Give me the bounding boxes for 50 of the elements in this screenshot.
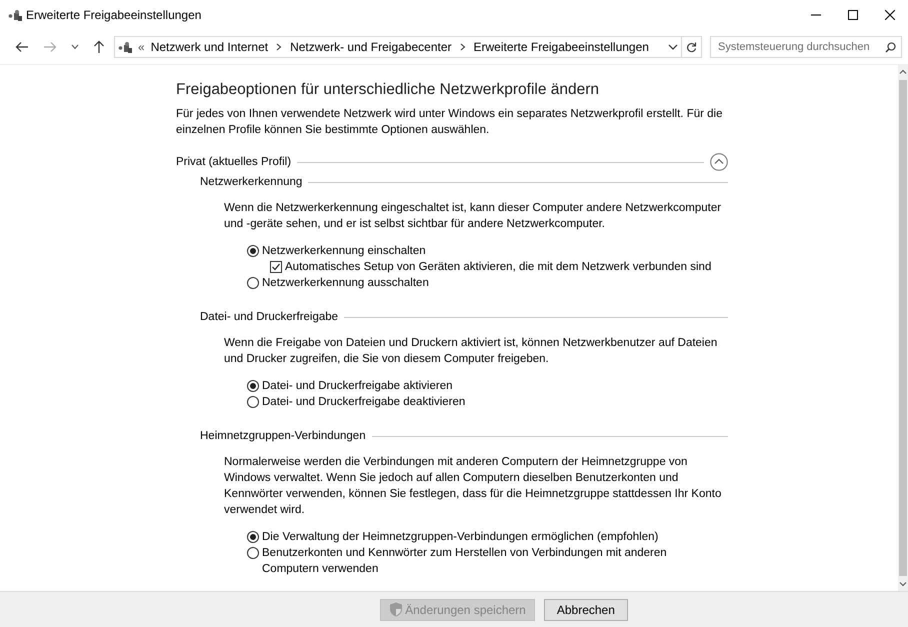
network-icon <box>118 41 132 53</box>
section-title: Heimnetzgruppen-Verbindungen <box>200 430 366 442</box>
section-title: Datei- und Druckerfreigabe <box>200 311 338 323</box>
checkbox[interactable] <box>270 261 282 273</box>
scroll-thumb[interactable] <box>899 80 907 576</box>
scroll-down-icon[interactable] <box>899 582 907 587</box>
section-title: Netzwerkerkennung <box>200 176 302 188</box>
scroll-up-icon[interactable] <box>899 69 907 74</box>
radio-button[interactable] <box>247 245 259 257</box>
breadcrumb-item[interactable]: Netzwerk und Internet <box>150 40 268 54</box>
search-field[interactable]: Systemsteuerung durchsuchen <box>710 36 902 58</box>
chevron-icon <box>460 43 466 51</box>
option-label[interactable]: Netzwerkerkennung einschalten <box>262 243 702 259</box>
option-label[interactable]: Datei- und Druckerfreigabe deaktivieren <box>262 394 702 410</box>
cancel-button[interactable]: Abbrechen <box>544 598 628 620</box>
back-arrow-icon[interactable] <box>15 41 29 53</box>
section-description: Wenn die Freigabe von Dateien und Druckern aktiviert ist, können Netzwerkbenutzer auf Dateien und Drucker zugreifen, die Sie von diesem Computer freigeben. <box>223 336 718 367</box>
section-description: Wenn die Netzwerkerkennung eingeschaltet ist, kann dieser Computer andere Netzwerkcomputer und -geräte sehen, und er ist selbst sichtbar für andere Netzwerkcomputer. <box>223 201 722 232</box>
section-description: Normalerweise werden die Verbindungen mit anderen Computern der Heimnetzgruppe von Windows verwaltet. Wenn Sie jedoch auf allen Computern dieselben Benutzerkonten und Kennwörter verwenden, können Sie festlegen, dass für die Heimnetzgruppe stattdessen Ihr Konto verwendet wird. <box>223 455 722 518</box>
collapse-icon[interactable] <box>710 153 728 171</box>
chevron-icon <box>276 43 282 51</box>
window-title: Erweiterte Freigabeeinstellungen <box>26 8 202 22</box>
option-label[interactable]: Automatisches Setup von Geräten aktivieren, die mit dem Netzwerk verbunden sind <box>285 259 725 275</box>
maximize-icon <box>848 10 858 20</box>
network-icon <box>8 9 22 21</box>
dropdown-caret-icon[interactable] <box>71 44 79 50</box>
option-label[interactable]: Datei- und Druckerfreigabe aktivieren <box>262 378 702 394</box>
radio-button[interactable] <box>247 547 259 559</box>
option-label[interactable]: Netzwerkerkennung ausschalten <box>262 275 702 291</box>
scrollbar[interactable] <box>898 65 908 591</box>
dropdown-caret-icon[interactable] <box>668 44 678 50</box>
up-arrow-icon[interactable] <box>93 40 105 54</box>
option-label[interactable]: Benutzerkonten und Kennwörter zum Herstellen von Verbindungen mit anderen Computern verwenden <box>262 545 702 577</box>
radio-button[interactable] <box>247 277 259 289</box>
intro-text: Für jedes von Ihnen verwendete Netzwerk wird unter Windows ein separates Netzwerkprofil erstellt. Für die einzelnen Profile können Sie bestimmte Optionen auswählen. <box>176 107 724 138</box>
search-icon[interactable] <box>885 42 896 52</box>
radio-button[interactable] <box>247 380 259 392</box>
close-icon <box>884 10 894 20</box>
refresh-icon <box>686 42 697 52</box>
option-label[interactable]: Die Verwaltung der Heimnetzgruppen-Verbindungen ermöglichen (empfohlen) <box>262 529 702 545</box>
breadcrumb-item[interactable]: Erweiterte Freigabeeinstellungen <box>474 40 649 54</box>
overflow-chevron[interactable]: « <box>138 40 145 54</box>
page-heading: Freigabeoptionen für unterschiedliche Netzwerkprofile ändern <box>176 81 600 99</box>
address-bar[interactable]: « Netzwerk und Internet Netzwerk- und Freigabecenter Erweiterte Freigabeeinstellungen <box>114 36 682 58</box>
shield-icon <box>389 602 404 617</box>
radio-button[interactable] <box>247 531 259 543</box>
refresh-button[interactable] <box>682 36 702 58</box>
profile-title: Privat (aktuelles Profil) <box>176 156 292 168</box>
breadcrumb-item[interactable]: Netzwerk- und Freigabecenter <box>290 40 452 54</box>
radio-button[interactable] <box>247 396 259 408</box>
